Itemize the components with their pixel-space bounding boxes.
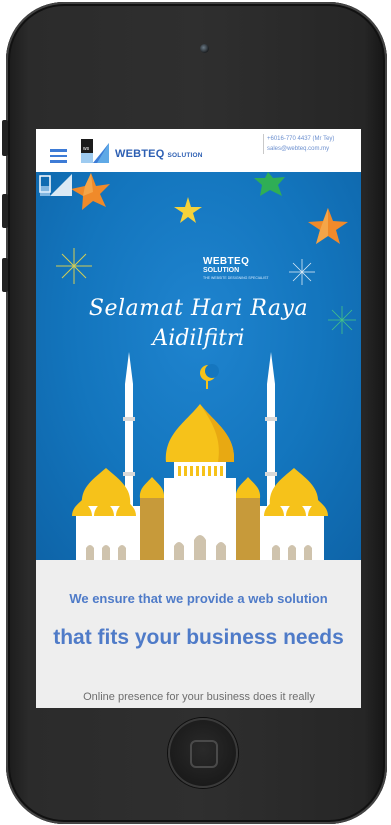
webteq-logo-icon[interactable]: ws <box>81 139 109 163</box>
svg-text:ws: ws <box>83 146 90 152</box>
banner-logo-tagline: THE WEBSITE DESIGNING SPECIALIST <box>203 276 269 280</box>
firework-icon <box>289 259 315 285</box>
greeting-line-2: Aidilfitri <box>152 326 245 351</box>
brand-name[interactable]: WEBTEQ SOLUTION <box>115 148 203 160</box>
banner-logo-name: WEBTEQ <box>203 256 250 267</box>
banner-logo-sub: SOLUTION <box>203 267 240 274</box>
volume-down-button <box>2 258 8 292</box>
firework-icon <box>56 248 92 284</box>
volume-up-button <box>2 194 8 228</box>
banner-illustration <box>56 172 356 560</box>
greeting-line-1: Selamat Hari Raya <box>88 296 309 321</box>
home-button[interactable] <box>168 718 238 788</box>
hari-raya-banner[interactable]: WEBTEQ SOLUTION THE WEBSITE DESIGNING SP… <box>36 172 361 560</box>
star-icon <box>254 172 285 196</box>
hamburger-menu-icon[interactable] <box>50 149 67 163</box>
star-icon <box>308 208 348 244</box>
intro-heading-large: that fits your business needs <box>53 626 344 649</box>
contact-email[interactable]: sales@webteq.com.my <box>267 144 361 154</box>
crescent-icon <box>200 364 219 381</box>
mosque-illustration <box>72 352 328 560</box>
webteq-logo-icon <box>39 174 72 196</box>
intro-heading-small: We ensure that we provide a web solution <box>69 591 328 606</box>
intro-paragraph: Online presence for your business does i… <box>83 691 315 703</box>
star-icon <box>174 197 202 223</box>
mute-switch <box>2 120 8 156</box>
phone-screen: ws WEBTEQ SOLUTION +6016-770 4437 (Mr Tey… <box>36 129 361 708</box>
star-icon <box>71 173 110 210</box>
intro-section: We ensure that we provide a web solution… <box>36 560 361 708</box>
brand-sub: SOLUTION <box>167 152 203 159</box>
site-header: ws WEBTEQ SOLUTION +6016-770 4437 (Mr Tey… <box>36 129 361 172</box>
front-camera <box>200 44 209 53</box>
contact-phone[interactable]: +6016-770 4437 (Mr Tey) <box>267 134 361 144</box>
header-contact: +6016-770 4437 (Mr Tey) sales@webteq.com… <box>263 134 361 154</box>
